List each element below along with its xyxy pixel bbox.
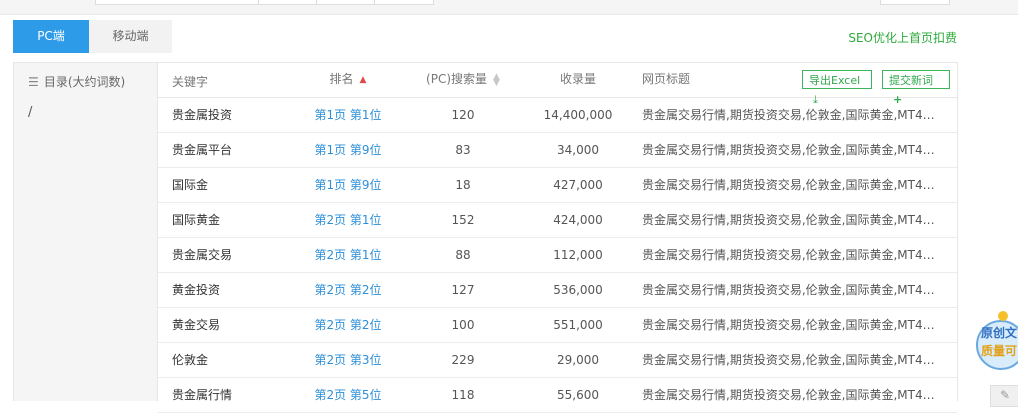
top-segment[interactable] — [258, 0, 318, 5]
header-indexed: 收录量 — [559, 72, 596, 86]
row-keyword: 国际黄金 — [172, 213, 221, 227]
submit-new-keyword-button[interactable]: 提交新词 + — [882, 70, 950, 106]
row-indexed: 29,000 — [557, 353, 599, 367]
row-keyword: 伦敦金 — [172, 353, 209, 367]
platform-tabs: PC端 移动端 — [13, 20, 172, 53]
row-search-volume: 152 — [451, 213, 475, 227]
export-excel-button[interactable]: 导出Excel ⤓ — [802, 70, 872, 106]
row-keyword: 贵金属行情 — [172, 388, 233, 402]
header-keyword: 关键字 — [172, 75, 209, 89]
top-segment[interactable] — [95, 0, 260, 5]
row-keyword: 国际金 — [172, 178, 209, 192]
table-row[interactable]: 国际金 第1页 第9位 18 427,000 贵金属交易行情,期货投资交易,伦敦… — [158, 168, 957, 203]
row-rank-link[interactable]: 第1页 第9位 — [303, 133, 393, 167]
row-rank-link[interactable]: 第2页 第1位 — [303, 203, 393, 237]
header-search-volume[interactable]: (PC)搜索量 ▲ ▼ — [408, 62, 518, 96]
row-rank-link[interactable]: 第2页 第5位 — [303, 378, 393, 412]
row-indexed: 551,000 — [553, 318, 603, 332]
directory-title: 目录(大约词数) — [43, 75, 126, 89]
original-content-badge[interactable]: 原创文 质量可 — [975, 310, 1018, 380]
row-search-volume: 100 — [451, 318, 475, 332]
row-page-title: 贵金属交易行情,期货投资交易,伦敦金,国际黄金,MT4交易-金... — [642, 318, 942, 332]
submit-new-keyword-label: 提交新词 — [889, 74, 933, 87]
row-search-volume: 18 — [455, 178, 471, 192]
row-page-title: 贵金属交易行情,期货投资交易,伦敦金,国际黄金,MT4交易-金... — [642, 143, 942, 157]
row-rank-link[interactable]: 第2页 第2位 — [303, 273, 393, 307]
row-search-volume: 229 — [451, 353, 475, 367]
row-keyword: 贵金属交易 — [172, 248, 233, 262]
top-segment[interactable] — [316, 0, 376, 5]
row-rank-link[interactable]: 第2页 第2位 — [303, 308, 393, 342]
table-row[interactable]: 贵金属交易 第2页 第1位 88 112,000 贵金属交易行情,期货投资交易,… — [158, 238, 957, 273]
table-header: 关键字 排名 ▲ (PC)搜索量 ▲ ▼ 收录量 网页标题 导出Excel ⤓ 提交新… — [158, 62, 957, 106]
row-indexed: 427,000 — [553, 178, 603, 192]
row-page-title: 贵金属交易行情,期货投资交易,伦敦金,国际黄金,MT4交易-金... — [642, 178, 942, 192]
list-icon: ☰ — [28, 75, 39, 89]
row-rank-link[interactable]: 第2页 第1位 — [303, 238, 393, 272]
header-rank[interactable]: 排名 ▲ — [303, 62, 393, 96]
row-indexed: 34,000 — [557, 143, 599, 157]
tab-mobile[interactable]: 移动端 — [89, 20, 172, 53]
row-keyword: 贵金属平台 — [172, 143, 233, 157]
table-row[interactable]: 贵金属平台 第1页 第9位 83 34,000 贵金属交易行情,期货投资交易,伦… — [158, 133, 957, 168]
row-keyword: 黄金交易 — [172, 318, 221, 332]
table-row[interactable]: 黄金投资 第2页 第2位 127 536,000 贵金属交易行情,期货投资交易,… — [158, 273, 957, 308]
table-row[interactable]: 贵金属行情 第2页 第5位 118 55,600 贵金属交易行情,期货投资交易,… — [158, 378, 957, 413]
edit-icon[interactable]: ✎ — [990, 385, 1018, 407]
row-indexed: 536,000 — [553, 283, 603, 297]
keyword-table: 关键字 排名 ▲ (PC)搜索量 ▲ ▼ 收录量 网页标题 导出Excel ⤓ 提交新… — [158, 63, 957, 413]
table-row[interactable]: 伦敦金 第2页 第3位 229 29,000 贵金属交易行情,期货投资交易,伦敦… — [158, 343, 957, 378]
row-page-title: 贵金属交易行情,期货投资交易,伦敦金,国际黄金,MT4交易-金... — [642, 108, 942, 122]
header-search-volume-label: (PC)搜索量 — [426, 72, 488, 86]
row-indexed: 424,000 — [553, 213, 603, 227]
main-panel: ☰ 目录(大约词数) / 关键字 排名 ▲ (PC)搜索量 ▲ ▼ 收录量 网页标题 … — [13, 62, 958, 413]
table-row[interactable]: 贵金属投资 第1页 第1位 120 14,400,000 贵金属交易行情,期货投… — [158, 98, 957, 133]
table-row[interactable]: 黄金交易 第2页 第2位 100 551,000 贵金属交易行情,期货投资交易,… — [158, 308, 957, 343]
directory-header[interactable]: ☰ 目录(大约词数) — [28, 73, 125, 90]
row-indexed: 14,400,000 — [543, 108, 613, 122]
row-indexed: 112,000 — [553, 248, 603, 262]
row-search-volume: 88 — [455, 248, 471, 262]
sort-both-icon[interactable]: ▲ ▼ — [493, 72, 500, 87]
row-page-title: 贵金属交易行情,期货投资交易,伦敦金,国际黄金,MT4交易-金... — [642, 283, 942, 297]
row-search-volume: 83 — [455, 143, 471, 157]
row-keyword: 贵金属投资 — [172, 108, 233, 122]
row-search-volume: 120 — [451, 108, 475, 122]
row-search-volume: 127 — [451, 283, 475, 297]
directory-root-item[interactable]: / — [28, 105, 32, 120]
tab-pc[interactable]: PC端 — [13, 20, 89, 53]
row-page-title: 贵金属交易行情,期货投资交易,伦敦金,国际黄金,MT4交易-金... — [642, 213, 942, 227]
badge-graphic: 原创文 质量可 — [976, 311, 1018, 370]
sort-asc-icon[interactable]: ▲ — [360, 63, 367, 97]
row-rank-link[interactable]: 第2页 第3位 — [303, 343, 393, 377]
row-page-title: 贵金属交易行情,期货投资交易,伦敦金,国际黄金,MT4交易-金... — [642, 388, 942, 402]
row-page-title: 贵金属交易行情,期货投资交易,伦敦金,国际黄金,MT4交易-金... — [642, 353, 942, 367]
row-rank-link[interactable]: 第1页 第9位 — [303, 168, 393, 202]
seo-optimize-link[interactable]: SEO优化上首页扣费 — [848, 29, 957, 46]
row-page-title: 贵金属交易行情,期货投资交易,伦敦金,国际黄金,MT4交易-金... — [642, 248, 942, 262]
badge-line-1: 原创文 — [981, 325, 1018, 340]
top-segment[interactable] — [880, 0, 950, 5]
top-toolbar-strip — [0, 0, 1018, 15]
badge-line-2: 质量可 — [981, 343, 1017, 358]
export-excel-label: 导出Excel — [809, 74, 861, 87]
row-keyword: 黄金投资 — [172, 283, 221, 297]
row-rank-link[interactable]: 第1页 第1位 — [303, 98, 393, 132]
top-segment[interactable] — [374, 0, 434, 5]
table-row[interactable]: 国际黄金 第2页 第1位 152 424,000 贵金属交易行情,期货投资交易,… — [158, 203, 957, 238]
row-indexed: 55,600 — [557, 388, 599, 402]
header-rank-label: 排名 — [329, 72, 354, 86]
row-search-volume: 118 — [451, 388, 475, 402]
directory-sidebar: ☰ 目录(大约词数) / — [14, 63, 158, 401]
